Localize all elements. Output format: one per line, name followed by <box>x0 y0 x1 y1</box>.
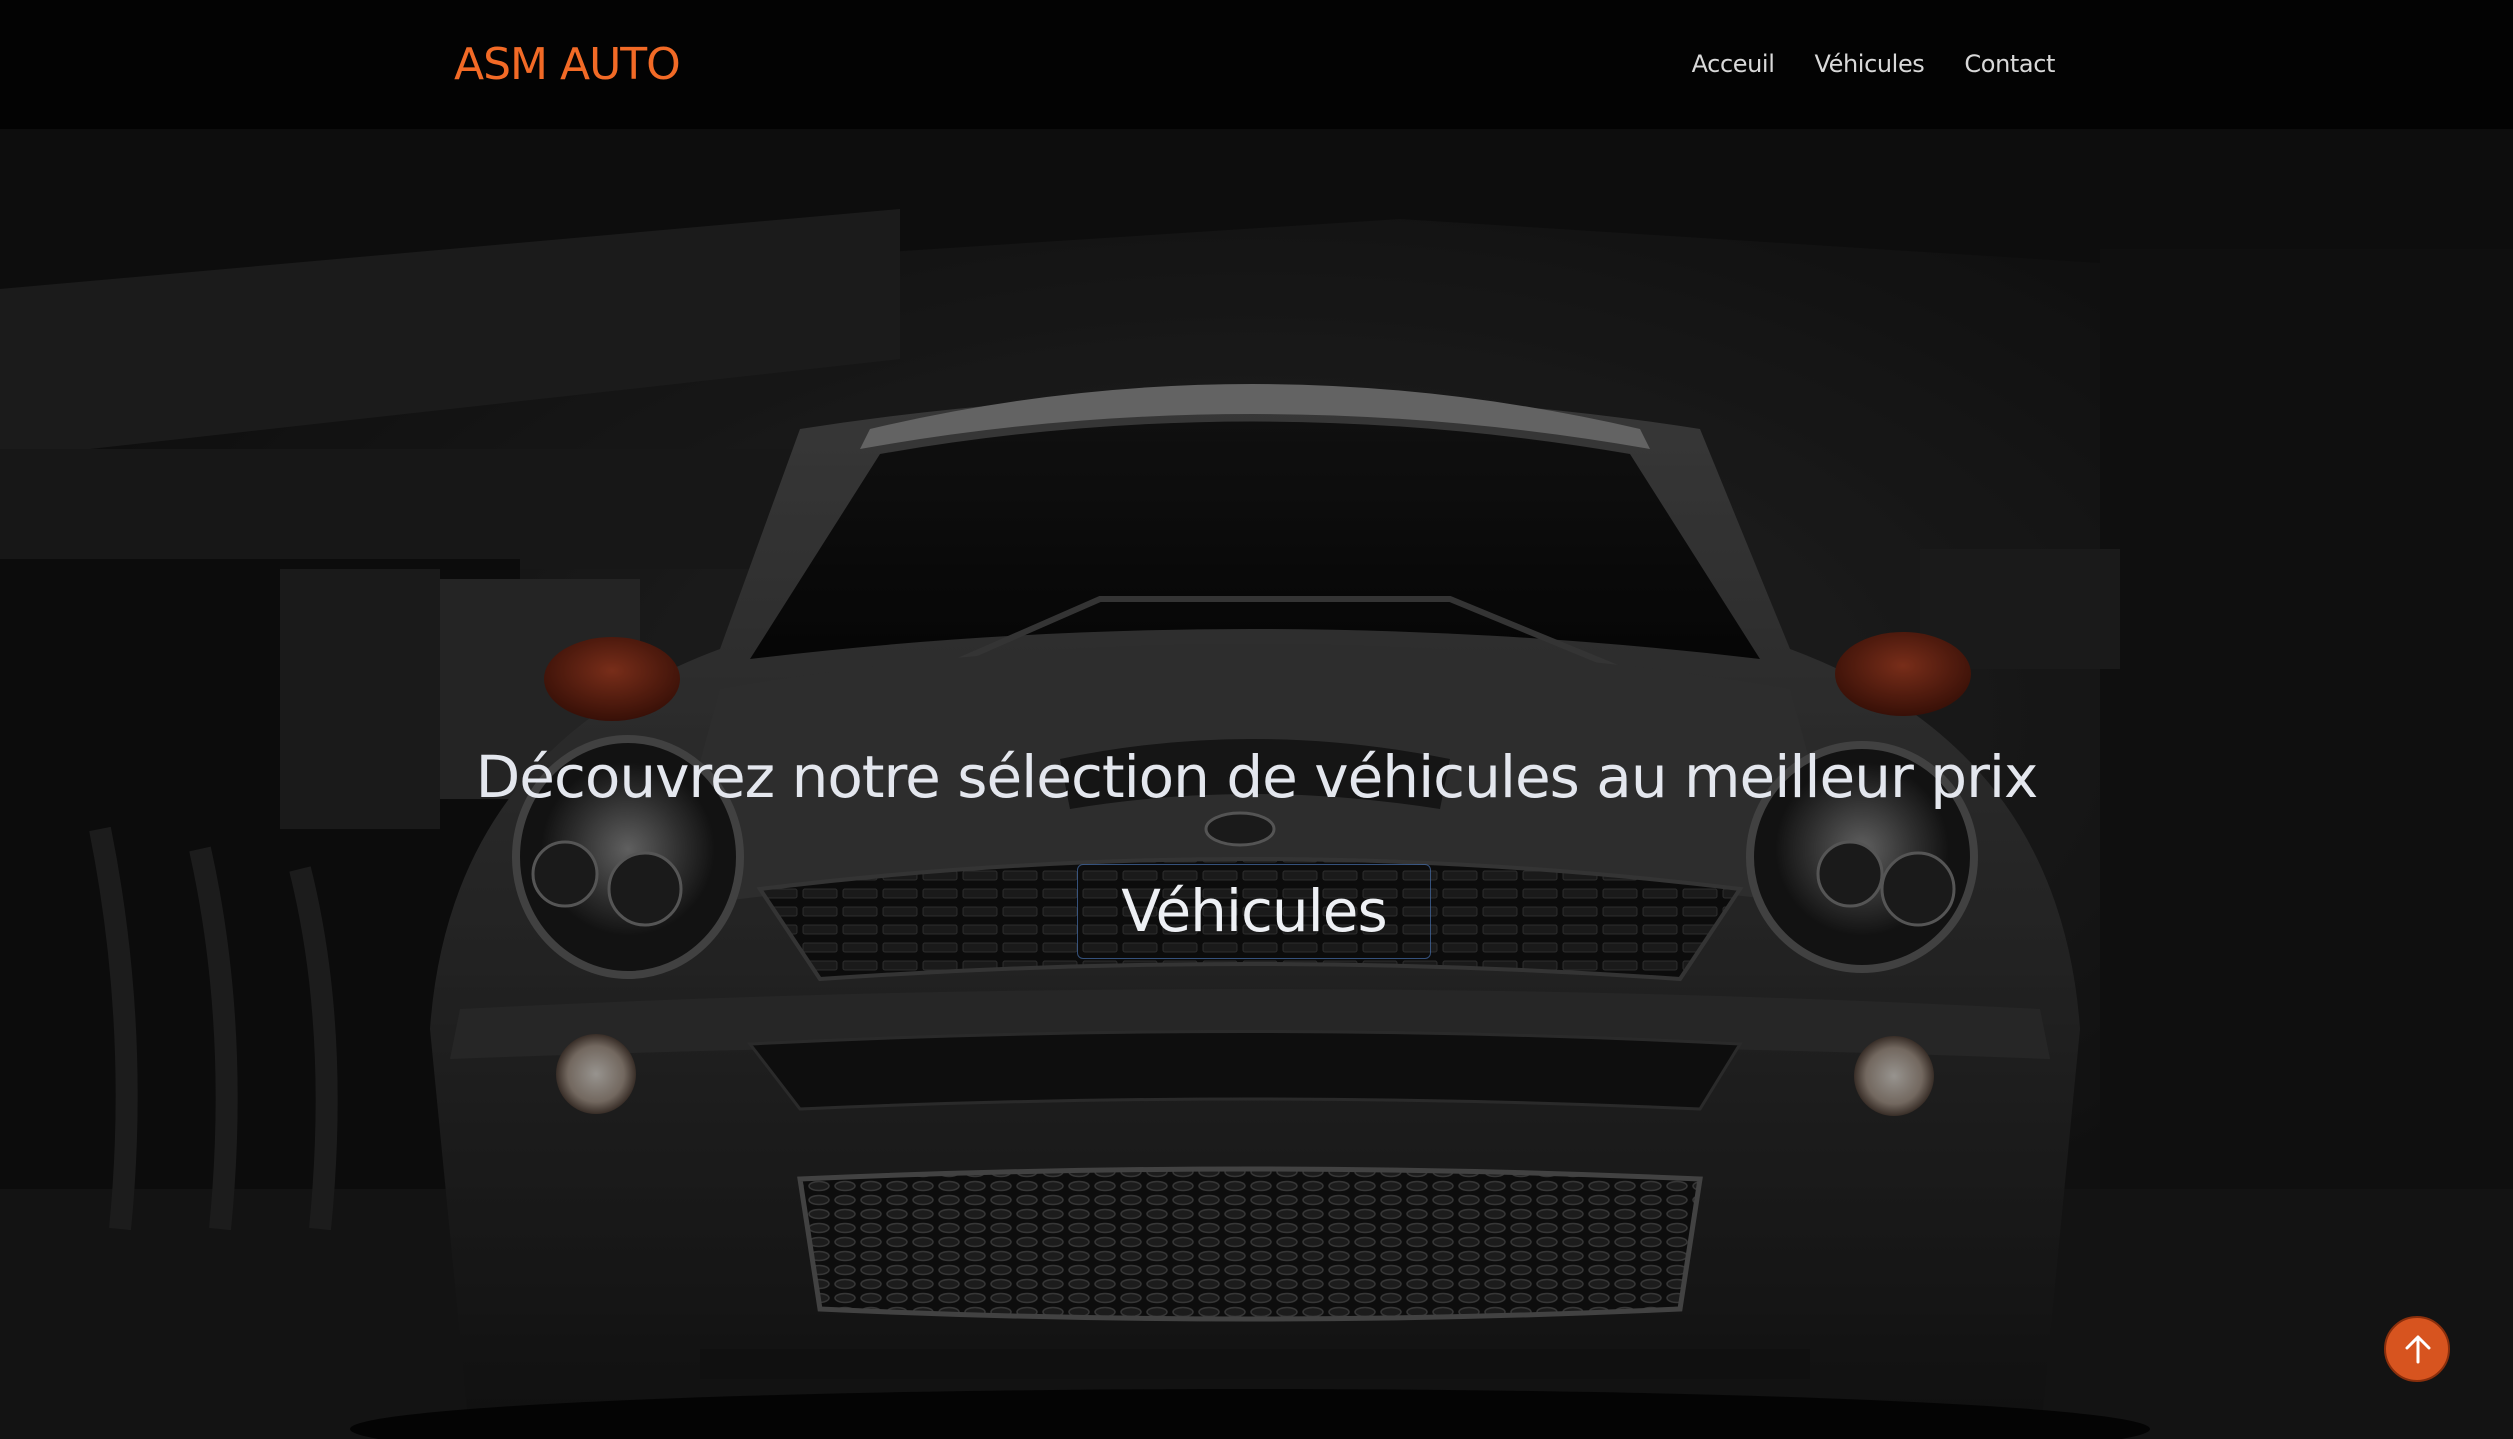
brand-logo[interactable]: ASM AUTO <box>454 36 681 94</box>
hero-headline: Découvrez notre sélection de véhicules a… <box>475 743 2039 811</box>
nav-link-accueil[interactable]: Acceuil <box>1692 46 1775 82</box>
arrow-up-icon <box>2405 1335 2431 1364</box>
nav-links: Acceuil Véhicules Contact <box>1692 46 2056 82</box>
hero-section: Découvrez notre sélection de véhicules a… <box>0 129 2513 1439</box>
back-to-top-button[interactable] <box>2384 1316 2450 1382</box>
nav-link-contact[interactable]: Contact <box>1964 46 2055 82</box>
top-navbar: ASM AUTO Acceuil Véhicules Contact <box>0 0 2513 129</box>
nav-link-vehicules[interactable]: Véhicules <box>1814 46 1924 82</box>
vehicules-cta-button[interactable]: Véhicules <box>1077 864 1431 959</box>
